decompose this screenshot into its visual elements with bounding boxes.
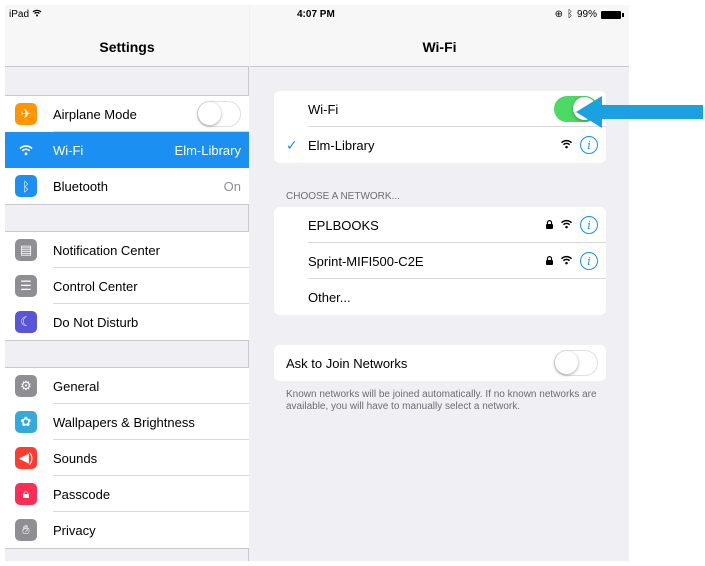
sidebar-item-privacy[interactable]: ✋︎ Privacy — [5, 512, 249, 548]
status-bar: iPad 4:07 PM ⊕ ᛒ 99% — [5, 5, 629, 25]
ask-to-join-label: Ask to Join Networks — [286, 355, 408, 371]
network-row-sprint[interactable]: Sprint-MIFI500-C2E i — [274, 243, 606, 279]
sidebar-item-passcode[interactable]: 🔒︎ Passcode — [5, 476, 249, 512]
network-list: EPLBOOKS i Sprint-MIFI500-C2E i Other... — [274, 207, 606, 315]
wifi-signal-icon — [560, 139, 573, 152]
sidebar-item-wifi[interactable]: Wi-Fi Elm-Library — [5, 132, 249, 168]
network-name: EPLBOOKS — [308, 217, 379, 233]
bluetooth-value: On — [223, 178, 241, 194]
info-icon[interactable]: i — [580, 216, 598, 234]
gear-icon: ⚙ — [15, 375, 37, 397]
ask-to-join-footnote: Known networks will be joined automatica… — [286, 389, 597, 412]
connected-network-row[interactable]: ✓ Elm-Library i — [274, 127, 606, 163]
general-group: ⚙ General ✿ Wallpapers & Brightness ◀) S… — [5, 367, 249, 549]
airplane-mode-toggle[interactable] — [197, 101, 241, 127]
sidebar-item-label: Do Not Disturb — [53, 314, 139, 330]
sidebar-item-bluetooth[interactable]: ᛒ Bluetooth On — [5, 168, 249, 204]
sidebar-item-notification-center[interactable]: ▤ Notification Center — [5, 232, 249, 268]
toggle-knob — [198, 102, 221, 125]
sidebar-item-wallpapers-brightness[interactable]: ✿ Wallpapers & Brightness — [5, 404, 249, 440]
status-right: ⊕ ᛒ 99% — [554, 9, 624, 20]
battery-percent: 99% — [576, 9, 597, 20]
control-center-icon: ☰ — [15, 275, 37, 297]
sidebar-item-label: Control Center — [53, 278, 138, 294]
wifi-network-value: Elm-Library — [174, 142, 241, 158]
battery-icon — [601, 10, 624, 19]
flower-icon: ✿ — [15, 411, 37, 433]
sidebar-item-label: Bluetooth — [53, 178, 108, 194]
orientation-lock-icon: ⊕ — [554, 9, 563, 20]
settings-title: Settings — [99, 39, 155, 55]
wifi-detail-pane: Wi-Fi Wi-Fi ✓ Elm-Library i CHOOSE A NET… — [250, 5, 629, 561]
info-icon[interactable]: i — [580, 252, 598, 270]
wifi-page-title: Wi-Fi — [422, 39, 457, 55]
wifi-toggle-label: Wi-Fi — [308, 101, 339, 117]
hand-icon: ✋︎ — [15, 519, 37, 541]
bluetooth-status-icon: ᛒ — [566, 9, 573, 20]
center-group: ▤ Notification Center ☰ Control Center ☾… — [5, 231, 249, 341]
sidebar-item-label: Privacy — [53, 522, 96, 538]
lock-icon — [546, 255, 553, 267]
notification-center-icon: ▤ — [15, 239, 37, 261]
wifi-icon — [15, 139, 37, 161]
toggle-knob — [555, 351, 578, 374]
sidebar-item-label: Airplane Mode — [53, 106, 137, 122]
sidebar-item-label: Sounds — [53, 450, 98, 466]
sidebar-item-label: Passcode — [53, 486, 111, 502]
wifi-toggle-row: Wi-Fi — [274, 91, 606, 127]
sidebar-item-label: Notification Center — [53, 242, 160, 258]
sidebar-item-sounds[interactable]: ◀) Sounds — [5, 440, 249, 476]
lock-icon: 🔒︎ — [15, 483, 37, 505]
device-indicator: iPad — [9, 9, 42, 20]
bluetooth-icon: ᛒ — [15, 175, 37, 197]
info-icon[interactable]: i — [580, 136, 598, 154]
sidebar-item-label: Wallpapers & Brightness — [53, 414, 195, 430]
wifi-signal-icon — [560, 255, 573, 268]
other-network-row[interactable]: Other... — [274, 279, 606, 315]
airplane-icon: ✈ — [15, 103, 37, 125]
sidebar-item-label: Wi-Fi — [53, 142, 84, 158]
wifi-status-icon — [32, 9, 42, 20]
speaker-icon: ◀) — [15, 447, 37, 469]
ask-to-join-row: Ask to Join Networks — [274, 345, 606, 381]
lock-icon — [546, 219, 553, 231]
status-time: 4:07 PM — [297, 9, 335, 20]
sidebar-item-airplane-mode[interactable]: ✈ Airplane Mode — [5, 96, 249, 132]
sidebar-item-do-not-disturb[interactable]: ☾ Do Not Disturb — [5, 304, 249, 340]
connected-network-name: Elm-Library — [308, 137, 375, 153]
choose-network-header: CHOOSE A NETWORK... — [286, 191, 400, 202]
wifi-main-group: Wi-Fi ✓ Elm-Library i — [274, 91, 606, 163]
sidebar-item-label: General — [53, 378, 100, 394]
ask-to-join-group: Ask to Join Networks — [274, 345, 606, 381]
network-name: Sprint-MIFI500-C2E — [308, 253, 424, 269]
checkmark-icon: ✓ — [286, 137, 298, 153]
moon-icon: ☾ — [15, 311, 37, 333]
network-row-eplbooks[interactable]: EPLBOOKS i — [274, 207, 606, 243]
settings-sidebar: Settings ✈ Airplane Mode Wi-Fi Elm-Libra… — [5, 5, 249, 561]
sidebar-item-control-center[interactable]: ☰ Control Center — [5, 268, 249, 304]
ipad-screen: Settings ✈ Airplane Mode Wi-Fi Elm-Libra… — [5, 5, 629, 561]
device-name: iPad — [9, 9, 30, 20]
ask-to-join-toggle[interactable] — [554, 350, 598, 376]
sidebar-item-general[interactable]: ⚙ General — [5, 368, 249, 404]
annotation-arrow-icon — [576, 96, 703, 128]
other-network-label: Other... — [308, 289, 351, 305]
wifi-signal-icon — [560, 219, 573, 232]
connectivity-group: ✈ Airplane Mode Wi-Fi Elm-Library ᛒ Blue… — [5, 95, 249, 205]
